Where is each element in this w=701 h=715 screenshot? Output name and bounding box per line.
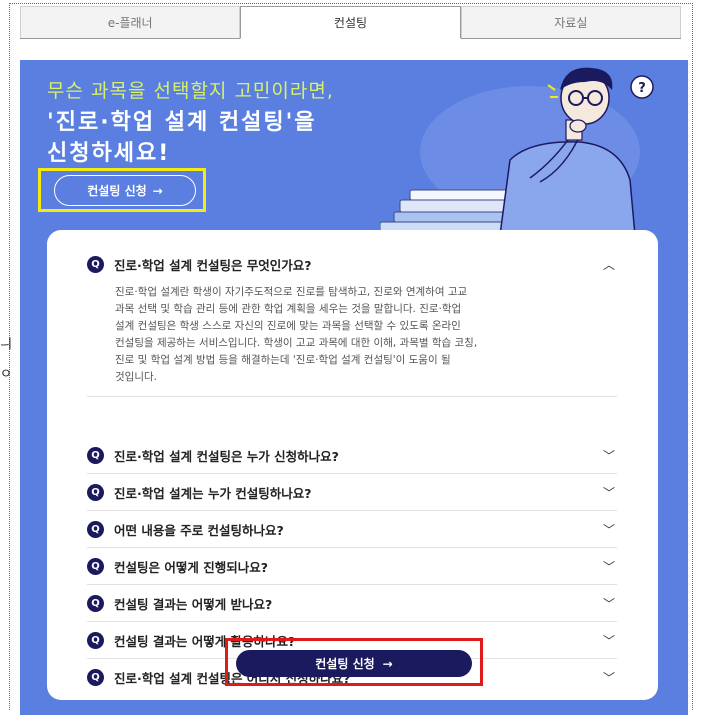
q-badge-icon: Q <box>87 483 104 501</box>
question-bubble-text: ? <box>638 81 646 96</box>
faq-question: 진로·학업 설계 컨설팅은 무엇인가요? <box>114 257 312 273</box>
faq-question-row[interactable]: Q 진로·학업 설계 컨설팅은 누가 신청하나요? ﹀ <box>87 437 617 473</box>
faq-question: 어떤 내용을 주로 컨설팅하나요? <box>114 522 284 538</box>
chevron-down-icon[interactable]: ﹀ <box>601 632 617 649</box>
tab-bar: e-플래너 컨설팅 자료실 <box>20 6 681 39</box>
q-badge-icon: Q <box>87 631 104 649</box>
tab-consulting[interactable]: 컨설팅 <box>240 6 461 39</box>
faq-item: Q 컨설팅 결과는 어떻게 받나요? ﹀ <box>87 585 617 622</box>
faq-question: 진로·학업 설계는 누가 컨설팅하나요? <box>114 485 312 501</box>
q-badge-icon: Q <box>87 255 104 273</box>
thinking-student-illustration: ? <box>380 67 654 235</box>
faq-question-row[interactable]: Q 컨설팅 결과는 어떻게 받나요? ﹀ <box>87 585 617 621</box>
q-badge-icon: Q <box>87 557 104 575</box>
faq-question: 진로·학업 설계 컨설팅은 누가 신청하나요? <box>114 448 339 464</box>
faq-answer: 진로·학업 설계란 학생이 자기주도적으로 진로를 탐색하고, 진로와 연계하여… <box>115 286 478 383</box>
faq-question-row[interactable]: Q 어떤 내용을 주로 컨설팅하나요? ﹀ <box>87 511 617 547</box>
chevron-down-icon[interactable]: ﹀ <box>601 595 617 612</box>
hero-subtitle: 무슨 과목을 선택할지 고민이라면, <box>47 80 334 102</box>
q-badge-icon: Q <box>87 446 104 464</box>
faq-question-row[interactable]: Q 진로·학업 설계는 누가 컨설팅하나요? ﹀ <box>87 474 617 510</box>
faq-question: 컨설팅 결과는 어떻게 받나요? <box>114 596 273 612</box>
consulting-panel: 무슨 과목을 선택할지 고민이라면, '진로·학업 설계 컨설팅'을 신청하세요… <box>20 60 688 715</box>
q-badge-icon: Q <box>87 594 104 612</box>
faq-item: Q 진로·학업 설계는 누가 컨설팅하나요? ﹀ <box>87 474 617 511</box>
hero-title-line2: 신청하세요! <box>47 141 171 166</box>
chevron-down-icon[interactable]: ﹀ <box>601 484 617 501</box>
chevron-down-icon[interactable]: ﹀ <box>601 669 617 686</box>
faq-question-row[interactable]: Q 진로·학업 설계 컨설팅은 무엇인가요? ︿ <box>87 246 617 282</box>
faq-item: Q 진로·학업 설계 컨설팅은 무엇인가요? ︿ 진로·학업 설계란 학생이 자… <box>87 246 617 397</box>
faq-card: Q 진로·학업 설계 컨설팅은 무엇인가요? ︿ 진로·학업 설계란 학생이 자… <box>47 230 658 700</box>
hero-title-line1: '진로·학업 설계 컨설팅'을 <box>47 110 317 135</box>
faq-item: Q 어떤 내용을 주로 컨설팅하나요? ﹀ <box>87 511 617 548</box>
faq-item: Q 컨설팅은 어떻게 진행되나요? ﹀ <box>87 548 617 585</box>
faq-item: Q 진로·학업 설계 컨설팅은 누가 신청하나요? ﹀ <box>87 437 617 474</box>
side-fragment-2: ㅇ <box>0 367 12 382</box>
tab-eplanner[interactable]: e-플래너 <box>20 6 241 38</box>
faq-question-row[interactable]: Q 컨설팅은 어떻게 진행되나요? ﹀ <box>87 548 617 584</box>
chevron-down-icon[interactable]: ﹀ <box>601 447 617 464</box>
yellow-highlight-box <box>38 168 206 212</box>
chevron-down-icon[interactable]: ﹀ <box>601 558 617 575</box>
q-badge-icon: Q <box>87 520 104 538</box>
q-badge-icon: Q <box>87 668 104 686</box>
chevron-up-icon[interactable]: ︿ <box>601 256 617 273</box>
faq-question: 컨설팅은 어떻게 진행되나요? <box>114 559 268 575</box>
red-highlight-box <box>225 638 483 686</box>
side-fragment-1: ㅢ <box>0 337 12 352</box>
chevron-down-icon[interactable]: ﹀ <box>601 521 617 538</box>
tab-resources[interactable]: 자료실 <box>460 6 681 38</box>
